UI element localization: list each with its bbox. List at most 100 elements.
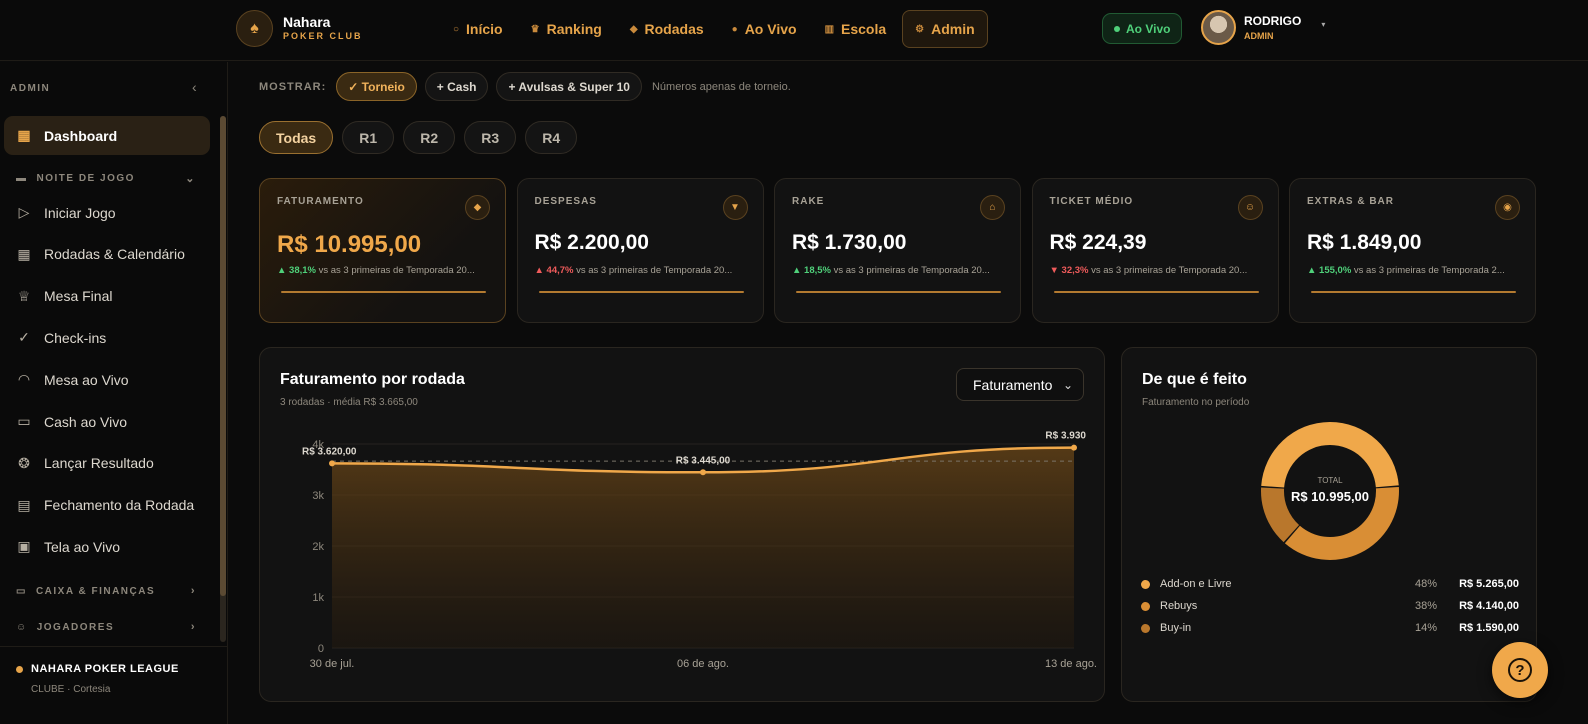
kpi-delta-note: vs as 3 primeiras de Temporada 2... xyxy=(1353,265,1505,276)
sidebar-item-fechamento-da-rodada[interactable]: ▤ Fechamento da Rodada xyxy=(4,486,210,525)
sidebar-item-lancar-resultado[interactable]: ❂ Lançar Resultado xyxy=(4,444,210,483)
kpi-delta: ▲ 155,0% vs as 3 primeiras de Temporada … xyxy=(1307,265,1527,276)
filters-label: MOSTRAR: xyxy=(259,80,327,93)
kpi-value: R$ 224,39 xyxy=(1049,231,1147,254)
kpi-card-rake[interactable]: RAKE ⌂ R$ 1.730,00 ▲ 18,5% vs as 3 primeira… xyxy=(774,178,1021,323)
legend-label: Add-on e Livre xyxy=(1160,578,1232,590)
legend-swatch xyxy=(1141,623,1150,633)
data-label: R$ 3.930 xyxy=(1045,431,1086,442)
kpi-sparkline xyxy=(538,291,744,293)
kpi-delta-arrow-icon: ▲ xyxy=(277,265,290,276)
legend-label: Rebuys xyxy=(1160,600,1198,612)
sidebar-group-jogadores[interactable]: ☺ JOGADORES › xyxy=(16,621,196,633)
sidebar-group-noite-de-jogo[interactable]: ▬ NOITE DE JOGO ⌄ xyxy=(16,172,196,185)
user-role: ADMIN xyxy=(1244,31,1274,41)
user-menu[interactable]: RODRIGO ADMIN ▾ xyxy=(1201,10,1325,45)
chevron-right-icon: › xyxy=(190,621,196,633)
sidebar-item-label: Mesa Final xyxy=(44,288,113,305)
kpi-card-despesas[interactable]: DESPESAS ▼ R$ 2.200,00 ▲ 44,7% vs as 3 prim… xyxy=(516,178,764,323)
brand-subtitle: POKER CLUB xyxy=(283,31,363,41)
home-icon: ○ xyxy=(453,23,460,35)
sidebar-item-tela-ao-vivo[interactable]: ▣ Tela ao Vivo xyxy=(4,527,210,566)
kpi-delta: ▲ 38,1% vs as 3 primeiras de Temporada 2… xyxy=(277,265,497,276)
donut-center-value: R$ 10.995,00 xyxy=(1291,489,1369,504)
filter-cash[interactable]: + Cash xyxy=(424,72,489,101)
scrollbar-thumb[interactable] xyxy=(220,116,226,596)
legend-value: R$ 4.140,00 xyxy=(1459,600,1519,612)
tab-r4[interactable]: R4 xyxy=(525,121,578,154)
sidebar-item-label: Tela ao Vivo xyxy=(44,538,121,555)
league-name: NAHARA POKER LEAGUE xyxy=(16,663,179,675)
legend-percent: 14% xyxy=(1414,622,1437,634)
brand-name: Nahara xyxy=(283,14,331,30)
filter-avulsas[interactable]: + Avulsas & Super 10 xyxy=(496,72,642,101)
tab-todas[interactable]: Todas xyxy=(259,121,334,154)
sidebar-item-label: Iniciar Jogo xyxy=(44,204,116,221)
diamond-icon: ◆ xyxy=(465,195,490,220)
kpi-label: DESPESAS xyxy=(534,196,597,207)
sidebar: ADMIN ‹ ▦ Dashboard ▬ NOITE DE JOGO ⌄ ▷ I… xyxy=(0,62,228,724)
sidebar-item-cash-ao-vivo[interactable]: ▭ Cash ao Vivo xyxy=(4,402,210,441)
kpi-delta-note: vs as 3 primeiras de Temporada 20... xyxy=(833,265,990,276)
filter-torneio[interactable]: ✓ Torneio xyxy=(336,72,417,101)
status-dot-icon xyxy=(16,665,23,673)
sidebar-group-caixa-financas[interactable]: ▭ CAIXA & FINANÇAS › xyxy=(16,585,196,597)
legend-item: Add-on e Livre 48% R$ 5.265,00 xyxy=(1141,578,1519,590)
nav-escola[interactable]: ▥ Escola xyxy=(813,10,899,48)
revenue-chart-card: Faturamento por rodada 3 rodadas · média… xyxy=(259,347,1105,702)
sidebar-item-mesa-final[interactable]: ♕ Mesa Final xyxy=(4,277,210,316)
clipboard-icon: ▤ xyxy=(17,496,31,513)
kpi-delta-value: 38,1% xyxy=(289,265,316,276)
nav-ranking[interactable]: ♛ Ranking xyxy=(519,10,614,48)
gear-icon: ⚙ xyxy=(915,23,925,35)
kpi-card-extras-bar[interactable]: EXTRAS & BAR ◉ R$ 1.849,00 ▲ 155,0% vs as 3… xyxy=(1289,178,1536,323)
y-tick-label: 0 xyxy=(318,643,324,655)
revenue-area-chart: 01k2k3k4kR$ 3.620,0030 de jul.R$ 3.445,0… xyxy=(302,431,1097,670)
kpi-value: R$ 1.730,00 xyxy=(792,231,907,254)
tab-r1[interactable]: R1 xyxy=(342,121,395,154)
kpi-value: R$ 1.849,00 xyxy=(1307,231,1422,254)
sidebar-item-check-ins[interactable]: ✓ Check-ins xyxy=(4,318,210,357)
cup-icon: ◉ xyxy=(1495,195,1520,220)
sidebar-item-dashboard[interactable]: ▦ Dashboard xyxy=(4,116,210,155)
kpi-value: R$ 10.995,00 xyxy=(277,231,422,258)
kpi-sparkline xyxy=(1311,291,1516,293)
brand[interactable]: ♠ Nahara POKER CLUB xyxy=(236,10,363,47)
live-status-label: Ao Vivo xyxy=(1126,21,1171,36)
tab-r2[interactable]: R2 xyxy=(403,121,456,154)
kpi-card-faturamento[interactable]: FATURAMENTO ◆ R$ 10.995,00 ▲ 38,1% vs as 3 … xyxy=(259,178,506,323)
composition-card: De que é feito Faturamento no período TO… xyxy=(1121,347,1537,702)
sidebar-scrollbar[interactable] xyxy=(220,116,226,642)
sidebar-item-label: Rodadas & Calendário xyxy=(44,246,185,263)
sidebar-item-rodadas-calendario[interactable]: ▦ Rodadas & Calendário xyxy=(4,235,210,274)
kpi-delta-note: vs as 3 primeiras de Temporada 20... xyxy=(318,265,475,276)
user-name: RODRIGO xyxy=(1244,14,1302,28)
tab-r3[interactable]: R3 xyxy=(464,121,517,154)
y-tick-label: 3k xyxy=(312,490,324,502)
sidebar-item-mesa-ao-vivo[interactable]: ◠ Mesa ao Vivo xyxy=(4,360,210,399)
nav-in-cio[interactable]: ○ Início xyxy=(441,10,515,48)
x-tick-label: 06 de ago. xyxy=(677,658,729,670)
sidebar-group-label: NOITE DE JOGO xyxy=(36,173,135,184)
nav-admin[interactable]: ⚙ Admin xyxy=(902,10,988,48)
kpi-card-ticket-medio[interactable]: TICKET MÉDIO ☺ R$ 224,39 ▼ 32,3% vs as 3 pr… xyxy=(1031,178,1279,323)
calendar-icon: ▦ xyxy=(17,245,31,262)
nav-label: Ranking xyxy=(546,21,602,37)
cash-icon: ▭ xyxy=(17,413,31,429)
smile-icon: ☺ xyxy=(1237,195,1263,220)
filters-bar: MOSTRAR: ✓ Torneio + Cash + Avulsas & Su… xyxy=(259,72,791,101)
kpi-delta-note: vs as 3 primeiras de Temporada 20... xyxy=(576,265,733,276)
gauge-icon: ◠ xyxy=(17,371,31,388)
collapse-sidebar-icon[interactable]: ‹ xyxy=(192,79,197,95)
crown-icon: ♛ xyxy=(530,23,540,35)
kpi-label: EXTRAS & BAR xyxy=(1307,196,1395,207)
chevron-right-icon: › xyxy=(190,585,196,597)
books-icon: ▥ xyxy=(824,23,835,35)
sidebar-item-label: Lançar Resultado xyxy=(44,455,154,472)
nav-rodadas[interactable]: ◆ Rodadas xyxy=(618,10,716,48)
help-button[interactable]: ? xyxy=(1492,642,1548,698)
nav-ao-vivo[interactable]: ● Ao Vivo xyxy=(720,10,809,48)
y-tick-label: 1k xyxy=(312,592,324,604)
sidebar-item-iniciar-jogo[interactable]: ▷ Iniciar Jogo xyxy=(4,193,210,232)
live-status-button[interactable]: Ao Vivo xyxy=(1102,13,1183,44)
